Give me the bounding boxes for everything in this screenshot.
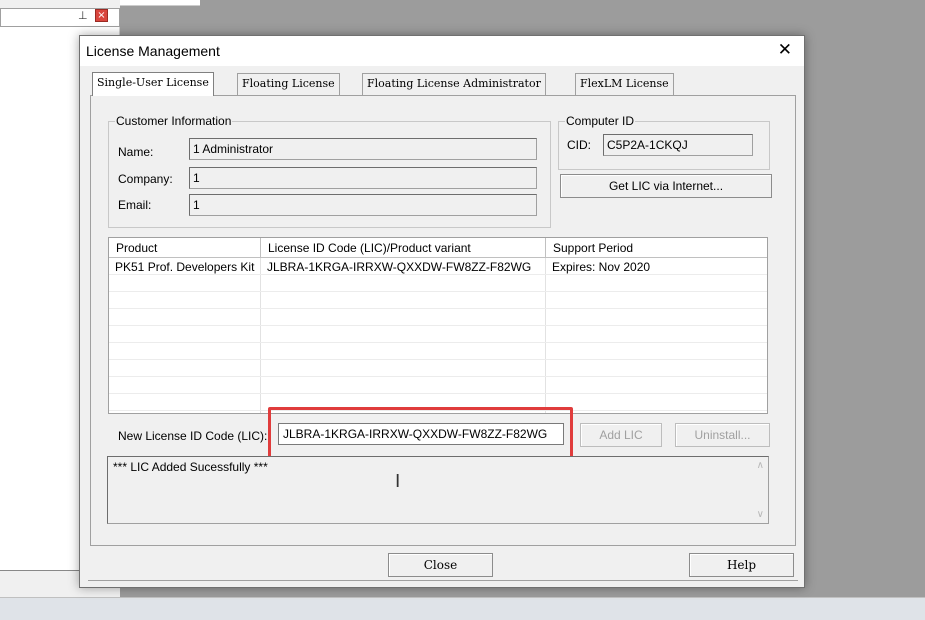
pin-icon[interactable]: ⊥ [78, 9, 88, 23]
close-button[interactable]: Close [388, 553, 493, 577]
tab-flexlm-license[interactable]: FlexLM License [575, 73, 674, 95]
help-button[interactable]: Help [689, 553, 794, 577]
footer-divider [88, 580, 798, 581]
tab-floating-license[interactable]: Floating License [237, 73, 340, 95]
empty-row [109, 293, 767, 309]
column-header-support-period[interactable]: Support Period [546, 238, 767, 258]
lic-cell: JLBRA-1KRGA-IRRXW-QXXDW-FW8ZZ-F82WG [267, 260, 532, 274]
product-list[interactable]: Product License ID Code (LIC)/Product va… [108, 237, 768, 414]
close-icon[interactable]: × [95, 9, 108, 22]
tab-single-user-license[interactable]: Single-User License [92, 72, 214, 96]
bottom-status-bar [0, 597, 925, 620]
computer-id-label: Computer ID [565, 114, 636, 128]
column-header-product[interactable]: Product [109, 238, 261, 258]
empty-row [109, 327, 767, 343]
empty-row [109, 378, 767, 394]
cid-label: CID: [567, 138, 591, 152]
company-field[interactable]: 1 [189, 167, 537, 189]
empty-row [109, 276, 767, 292]
title-bar: License Management ✕ [80, 36, 804, 66]
dialog-title: License Management [86, 43, 220, 59]
new-lic-label: New License ID Code (LIC): [118, 429, 268, 443]
get-lic-via-internet-button[interactable]: Get LIC via Internet... [560, 174, 772, 198]
email-label: Email: [118, 198, 152, 212]
product-cell: PK51 Prof. Developers Kit [115, 260, 255, 274]
name-field[interactable]: 1 Administrator [189, 138, 537, 160]
column-header-lic[interactable]: License ID Code (LIC)/Product variant [261, 238, 546, 258]
empty-row [109, 361, 767, 377]
empty-row [109, 310, 767, 326]
status-message-box[interactable]: *** LIC Added Sucessfully *** ∧ ∨ [107, 456, 769, 524]
support-period-cell: Expires: Nov 2020 [552, 260, 651, 274]
empty-row [109, 344, 767, 360]
text-cursor-icon: I [395, 471, 401, 492]
uninstall-button[interactable]: Uninstall... [675, 423, 770, 447]
add-lic-button[interactable]: Add LIC [580, 423, 662, 447]
tab-floating-license-administrator[interactable]: Floating License Administrator [362, 73, 546, 95]
company-label: Company: [118, 172, 173, 186]
product-list-header: Product License ID Code (LIC)/Product va… [109, 238, 767, 258]
close-icon[interactable]: ✕ [778, 40, 792, 60]
email-field[interactable]: 1 [189, 194, 537, 216]
highlight-annotation-box [268, 407, 573, 460]
status-message: *** LIC Added Sucessfully *** [113, 460, 268, 474]
table-row[interactable]: PK51 Prof. Developers Kit JLBRA-1KRGA-IR… [109, 259, 767, 275]
scroll-down-icon[interactable]: ∨ [757, 509, 764, 520]
customer-information-label: Customer Information [115, 114, 233, 128]
cid-field[interactable]: C5P2A-1CKQJ [603, 134, 753, 156]
name-label: Name: [118, 145, 154, 159]
scroll-up-icon[interactable]: ∧ [757, 460, 764, 471]
